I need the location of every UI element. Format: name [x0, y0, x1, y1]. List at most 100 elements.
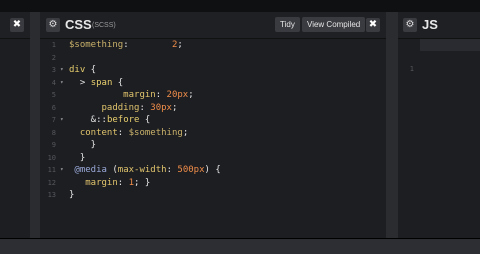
- js-settings-button[interactable]: ⚙: [403, 18, 417, 32]
- code-token: 500px: [177, 165, 205, 175]
- code-token: 30px: [150, 102, 172, 113]
- code-token: content: [69, 127, 118, 138]
- view-compiled-label: View Compiled: [307, 20, 361, 29]
- tidy-label: Tidy: [280, 20, 295, 29]
- code-line: 13}: [40, 189, 386, 201]
- code-token: :: [139, 102, 151, 113]
- code-token: :: [117, 177, 129, 188]
- code-text: padding: 30px;: [69, 102, 178, 114]
- js-code-editor[interactable]: 1: [398, 39, 480, 238]
- bottom-divider: [0, 238, 480, 239]
- gear-icon: ⚙: [48, 19, 58, 30]
- code-token: ; }: [134, 177, 151, 188]
- css-code-editor[interactable]: 1 $something: 2; 2 3 ▾ div {4 ▾ > span {5 marg…: [40, 39, 386, 238]
- code-token: }: [69, 140, 97, 150]
- css-panel-subtitle: (SCSS): [92, 22, 116, 29]
- resize-handle-left[interactable]: [30, 12, 40, 238]
- fold-arrow-icon[interactable]: ▾: [60, 164, 64, 176]
- bottom-bar: [0, 238, 480, 254]
- code-token: padding: [69, 102, 140, 113]
- code-token: ;: [171, 102, 178, 113]
- code-token: ;: [177, 40, 183, 50]
- js-panel-title: JS: [422, 17, 438, 32]
- code-token: :: [117, 127, 129, 138]
- fold-arrow-icon[interactable]: ▾: [60, 77, 64, 89]
- line-number: 4: [51, 78, 56, 87]
- code-token: ;: [182, 127, 189, 138]
- code-line: 10 }: [40, 152, 386, 164]
- line-number: 12: [47, 178, 56, 187]
- code-line: 5 margin: 20px;: [40, 89, 386, 101]
- code-token: @media: [69, 165, 107, 175]
- html-panel-header: ✖: [0, 12, 30, 39]
- code-token: ) {: [204, 165, 221, 175]
- code-line: 4 ▾ > span {: [40, 77, 386, 89]
- code-token: >: [69, 77, 91, 88]
- code-token: }: [69, 190, 75, 200]
- line-number: 7: [51, 116, 56, 124]
- code-text: > span {: [69, 77, 123, 89]
- line-number: 13: [47, 191, 56, 199]
- html-panel: ✖: [0, 12, 30, 238]
- code-token: &::: [69, 115, 107, 125]
- code-text: margin: 1; }: [69, 177, 150, 189]
- code-text: }: [69, 152, 85, 164]
- code-token: span: [90, 77, 113, 88]
- code-line: 6 padding: 30px;: [40, 102, 386, 114]
- line-number: 3: [51, 66, 56, 74]
- line-number: 5: [51, 91, 56, 99]
- code-token: margin: [69, 90, 156, 100]
- close-icon: ✖: [368, 19, 378, 30]
- code-token: (: [106, 165, 118, 175]
- line-number: 9: [51, 141, 56, 149]
- resize-handle-right[interactable]: [386, 12, 398, 238]
- code-text: @media (max-width: 500px) {: [69, 164, 221, 176]
- fold-arrow-icon[interactable]: ▾: [60, 114, 64, 126]
- code-token: before: [106, 115, 140, 125]
- css-panel-close-button[interactable]: ✖: [366, 18, 380, 32]
- code-token: max-width: [117, 165, 167, 175]
- code-text: &::before {: [69, 114, 151, 126]
- code-token: 20px: [166, 90, 189, 100]
- line-number: 8: [51, 128, 56, 137]
- css-panel-title: CSS: [65, 17, 92, 32]
- js-panel-header: ⚙ JS: [398, 12, 480, 39]
- active-line-highlight: [420, 39, 480, 51]
- top-bar: [0, 0, 480, 12]
- code-text: $something: 2;: [69, 39, 183, 51]
- code-line: 8 content: $something;: [40, 127, 386, 139]
- code-text: margin: 20px;: [69, 89, 193, 101]
- code-line: 2: [40, 52, 386, 64]
- code-line: 7 ▾ &::before {: [40, 114, 386, 126]
- code-text: content: $something;: [69, 127, 188, 139]
- code-token: $something: [69, 40, 124, 50]
- code-token: {: [112, 77, 124, 88]
- tidy-button[interactable]: Tidy: [275, 17, 300, 32]
- js-panel: ⚙ JS 1: [398, 12, 480, 238]
- code-token: $something: [128, 127, 183, 138]
- code-token: {: [85, 65, 97, 75]
- code-line: 12 margin: 1; }: [40, 177, 386, 189]
- code-line: 1: [398, 39, 480, 73]
- code-token: :: [166, 165, 178, 175]
- line-number: 1: [409, 65, 414, 73]
- code-line: 3 ▾ div {: [40, 64, 386, 76]
- code-token: :: [123, 40, 172, 50]
- code-text: div {: [69, 64, 96, 76]
- html-panel-close-button[interactable]: ✖: [10, 18, 24, 32]
- code-token: :: [155, 90, 167, 100]
- view-compiled-button[interactable]: View Compiled: [302, 17, 366, 32]
- css-settings-button[interactable]: ⚙: [46, 18, 60, 32]
- close-icon: ✖: [12, 19, 22, 30]
- css-panel-header: ⚙ CSS (SCSS) Tidy View Compiled ✖: [40, 12, 386, 39]
- code-token: {: [139, 115, 151, 125]
- code-token: }: [69, 152, 86, 163]
- code-line: 1 $something: 2;: [40, 39, 386, 51]
- line-number: 11: [47, 166, 56, 174]
- code-line: 9 }: [40, 139, 386, 151]
- gear-icon: ⚙: [405, 19, 415, 30]
- code-text: }: [69, 139, 96, 151]
- fold-arrow-icon[interactable]: ▾: [60, 64, 64, 76]
- line-number: 1: [51, 41, 56, 49]
- line-number: 10: [47, 153, 56, 162]
